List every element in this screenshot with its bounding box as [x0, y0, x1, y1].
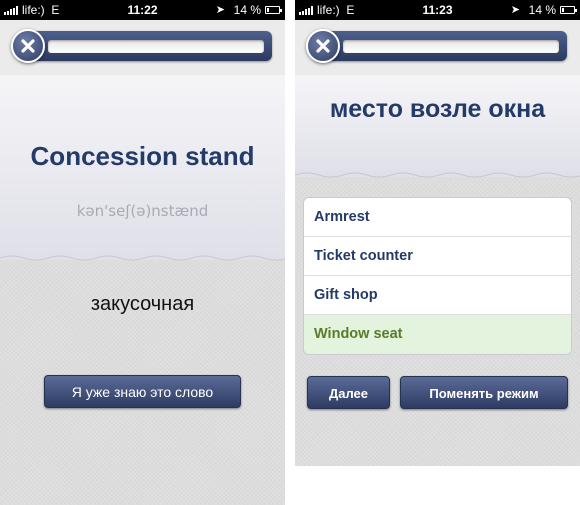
- progress-track-inner: [48, 40, 264, 53]
- flashcard-screen: life:) E 11:22 ➤ 14 % Concession stand k…: [0, 0, 285, 505]
- close-icon: [316, 39, 330, 53]
- location-arrow-icon: ➤: [215, 4, 225, 16]
- answer-option[interactable]: Gift shop: [304, 276, 571, 315]
- top-bar: [0, 20, 285, 75]
- status-bar: life:) E 11:22 ➤ 14 %: [0, 0, 285, 20]
- status-bar: life:) E 11:23 ➤ 14 %: [295, 0, 580, 20]
- close-button[interactable]: [11, 29, 45, 63]
- quiz-screen: life:) E 11:23 ➤ 14 % место возле окна A…: [295, 0, 580, 466]
- battery-percent: 14 %: [233, 3, 261, 17]
- word-card: Concession stand kən'seʃ(ə)nstænd: [0, 75, 285, 261]
- close-button[interactable]: [306, 29, 340, 63]
- progress-bar: [313, 31, 567, 61]
- battery-icon: [265, 6, 282, 14]
- next-button[interactable]: Далее: [307, 376, 390, 409]
- top-bar: [295, 20, 580, 75]
- card-wave-edge: [295, 171, 580, 178]
- transcription: kən'seʃ(ə)nstænd: [76, 202, 209, 220]
- close-icon: [21, 39, 35, 53]
- word-title: место возле окна: [329, 95, 546, 123]
- progress-track-inner: [343, 40, 559, 53]
- know-word-button[interactable]: Я уже знаю это слово: [44, 375, 241, 408]
- answer-option-correct[interactable]: Window seat: [304, 315, 571, 354]
- translation-text: закусочная: [90, 293, 195, 315]
- answer-option[interactable]: Ticket counter: [304, 237, 571, 276]
- word-title: Concession stand: [30, 141, 255, 171]
- switch-mode-button[interactable]: Поменять режим: [400, 376, 568, 409]
- progress-bar: [18, 31, 272, 61]
- location-arrow-icon: ➤: [510, 4, 520, 16]
- word-card: место возле окна: [295, 75, 580, 178]
- battery-percent: 14 %: [528, 3, 556, 17]
- card-wave-edge: [0, 254, 285, 261]
- answer-option[interactable]: Armrest: [304, 198, 571, 237]
- answer-options-list: Armrest Ticket counter Gift shop Window …: [303, 197, 572, 355]
- battery-icon: [560, 6, 577, 14]
